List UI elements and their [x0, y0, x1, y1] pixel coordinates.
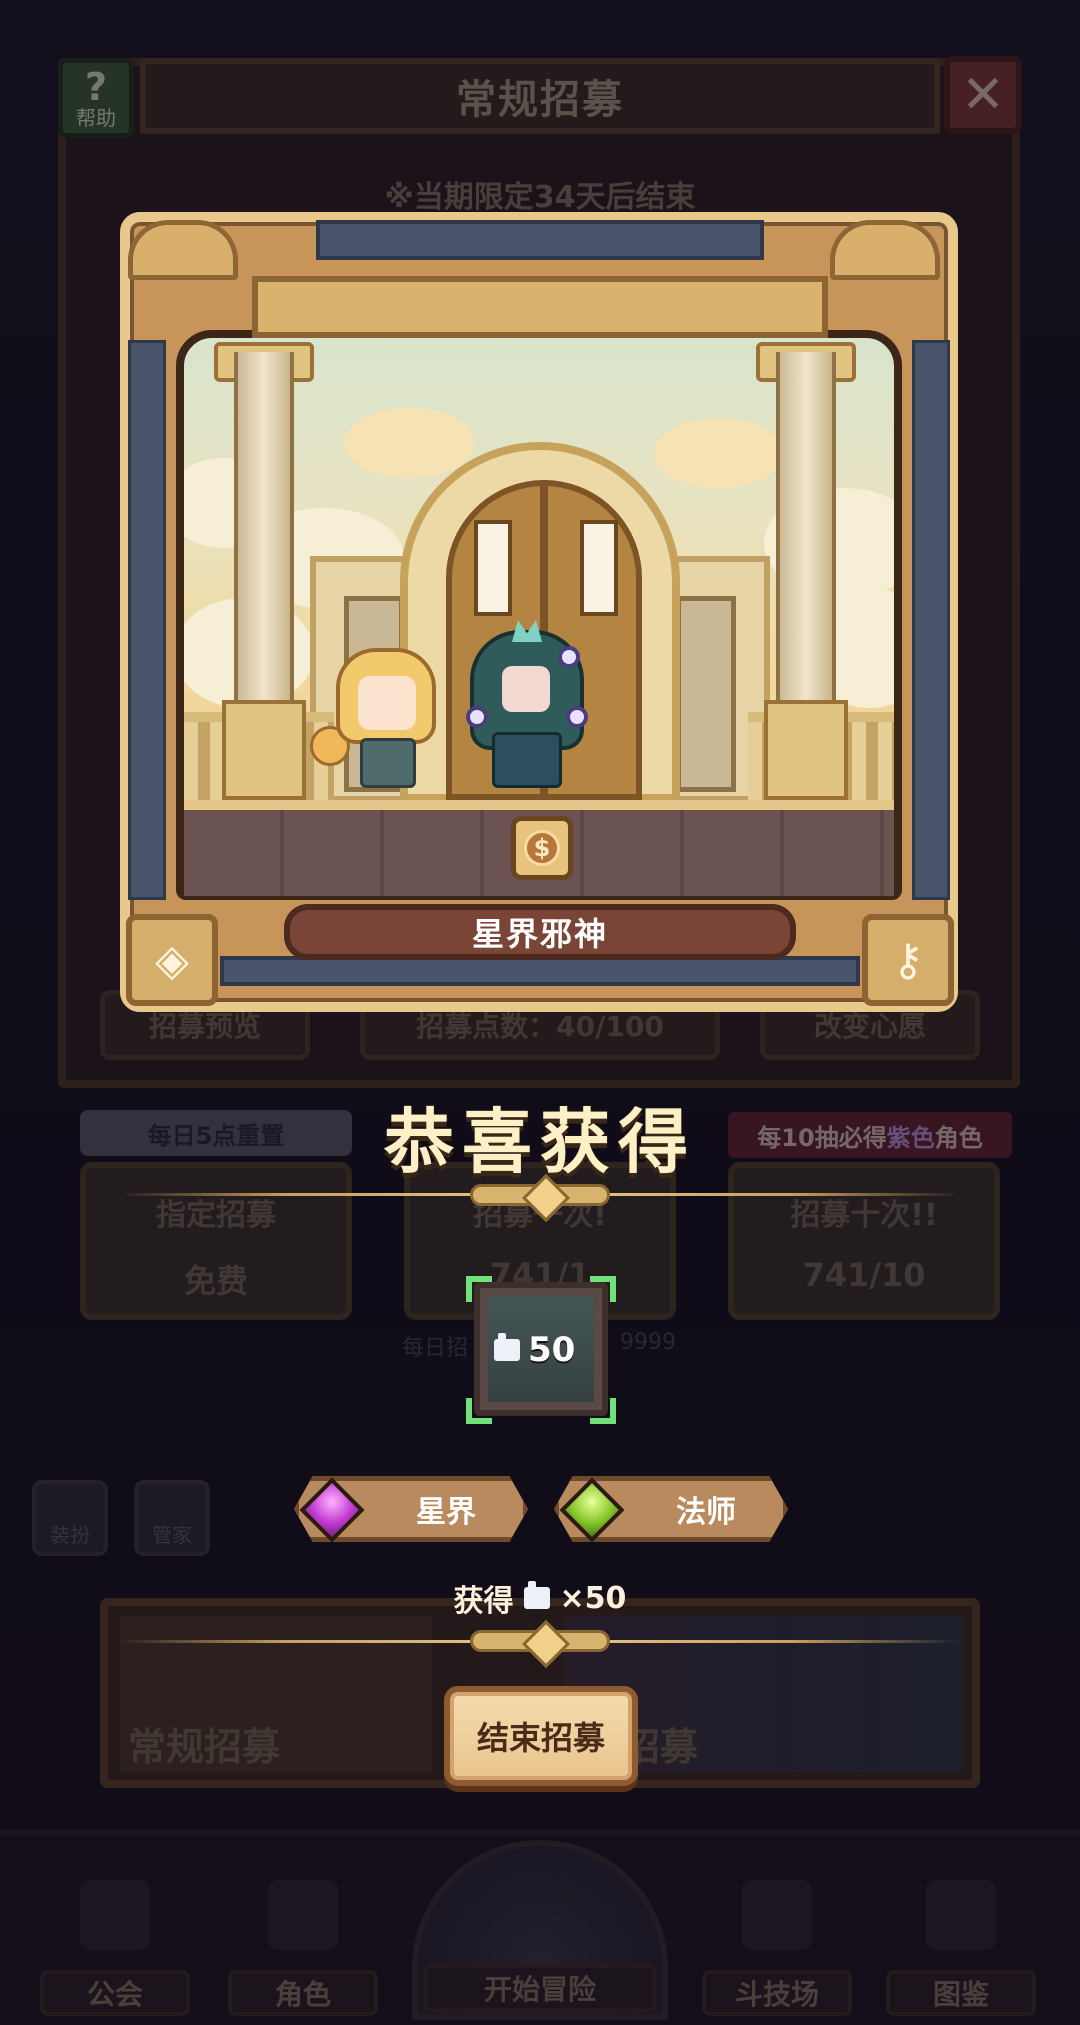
guide-character-sprite [310, 648, 436, 788]
frame-ornament [830, 220, 940, 280]
column-base [764, 700, 848, 800]
congrats-title: 恭喜获得 [384, 1101, 696, 1183]
key-icon[interactable]: ⚷ [862, 914, 954, 1006]
frame-bottom-bar [220, 956, 860, 986]
selection-corner [590, 1276, 616, 1302]
selection-corner [466, 1398, 492, 1424]
column-base [222, 700, 306, 800]
frame-side-bar [912, 340, 950, 900]
rotate-icon[interactable]: ◈ [126, 914, 218, 1006]
class-label: 法师 [676, 1495, 736, 1530]
purple-gem-icon [299, 1477, 365, 1542]
end-recruit-button[interactable]: 结束招募 [444, 1686, 638, 1786]
cloud [654, 418, 784, 488]
faction-label: 星界 [416, 1495, 476, 1530]
selection-corner [466, 1276, 492, 1302]
astral-deity-sprite [462, 620, 592, 788]
faction-tag: 星界 [294, 1476, 528, 1542]
green-gem-icon [559, 1477, 625, 1542]
wing-door [676, 596, 736, 792]
shard-icon [523, 1581, 550, 1609]
divider-ornament [470, 1630, 610, 1652]
shard-icon [494, 1333, 520, 1361]
coin-symbol: $ [524, 830, 560, 866]
character-name-plate: 星界邪神 [284, 904, 796, 960]
reward-item-slot[interactable]: 50 [474, 1282, 608, 1416]
door-window [474, 520, 512, 616]
selection-corner [590, 1398, 616, 1424]
obtained-suffix: ×50 [559, 1580, 627, 1616]
frame-top-bar [316, 220, 764, 260]
quantity-value: 50 [528, 1330, 576, 1370]
entablature [252, 276, 828, 338]
divider-ornament [470, 1184, 610, 1206]
frame-side-bar [128, 340, 166, 900]
obtained-prefix: 获得 [453, 1584, 514, 1619]
coin-icon: $ [511, 816, 573, 880]
cloud [344, 408, 474, 478]
reward-quantity: 50 [494, 1330, 575, 1370]
door-window [580, 520, 618, 616]
obtained-summary: 获得 ×50 [0, 1576, 1080, 1620]
class-tag: 法师 [554, 1476, 788, 1542]
frame-ornament [128, 220, 238, 280]
